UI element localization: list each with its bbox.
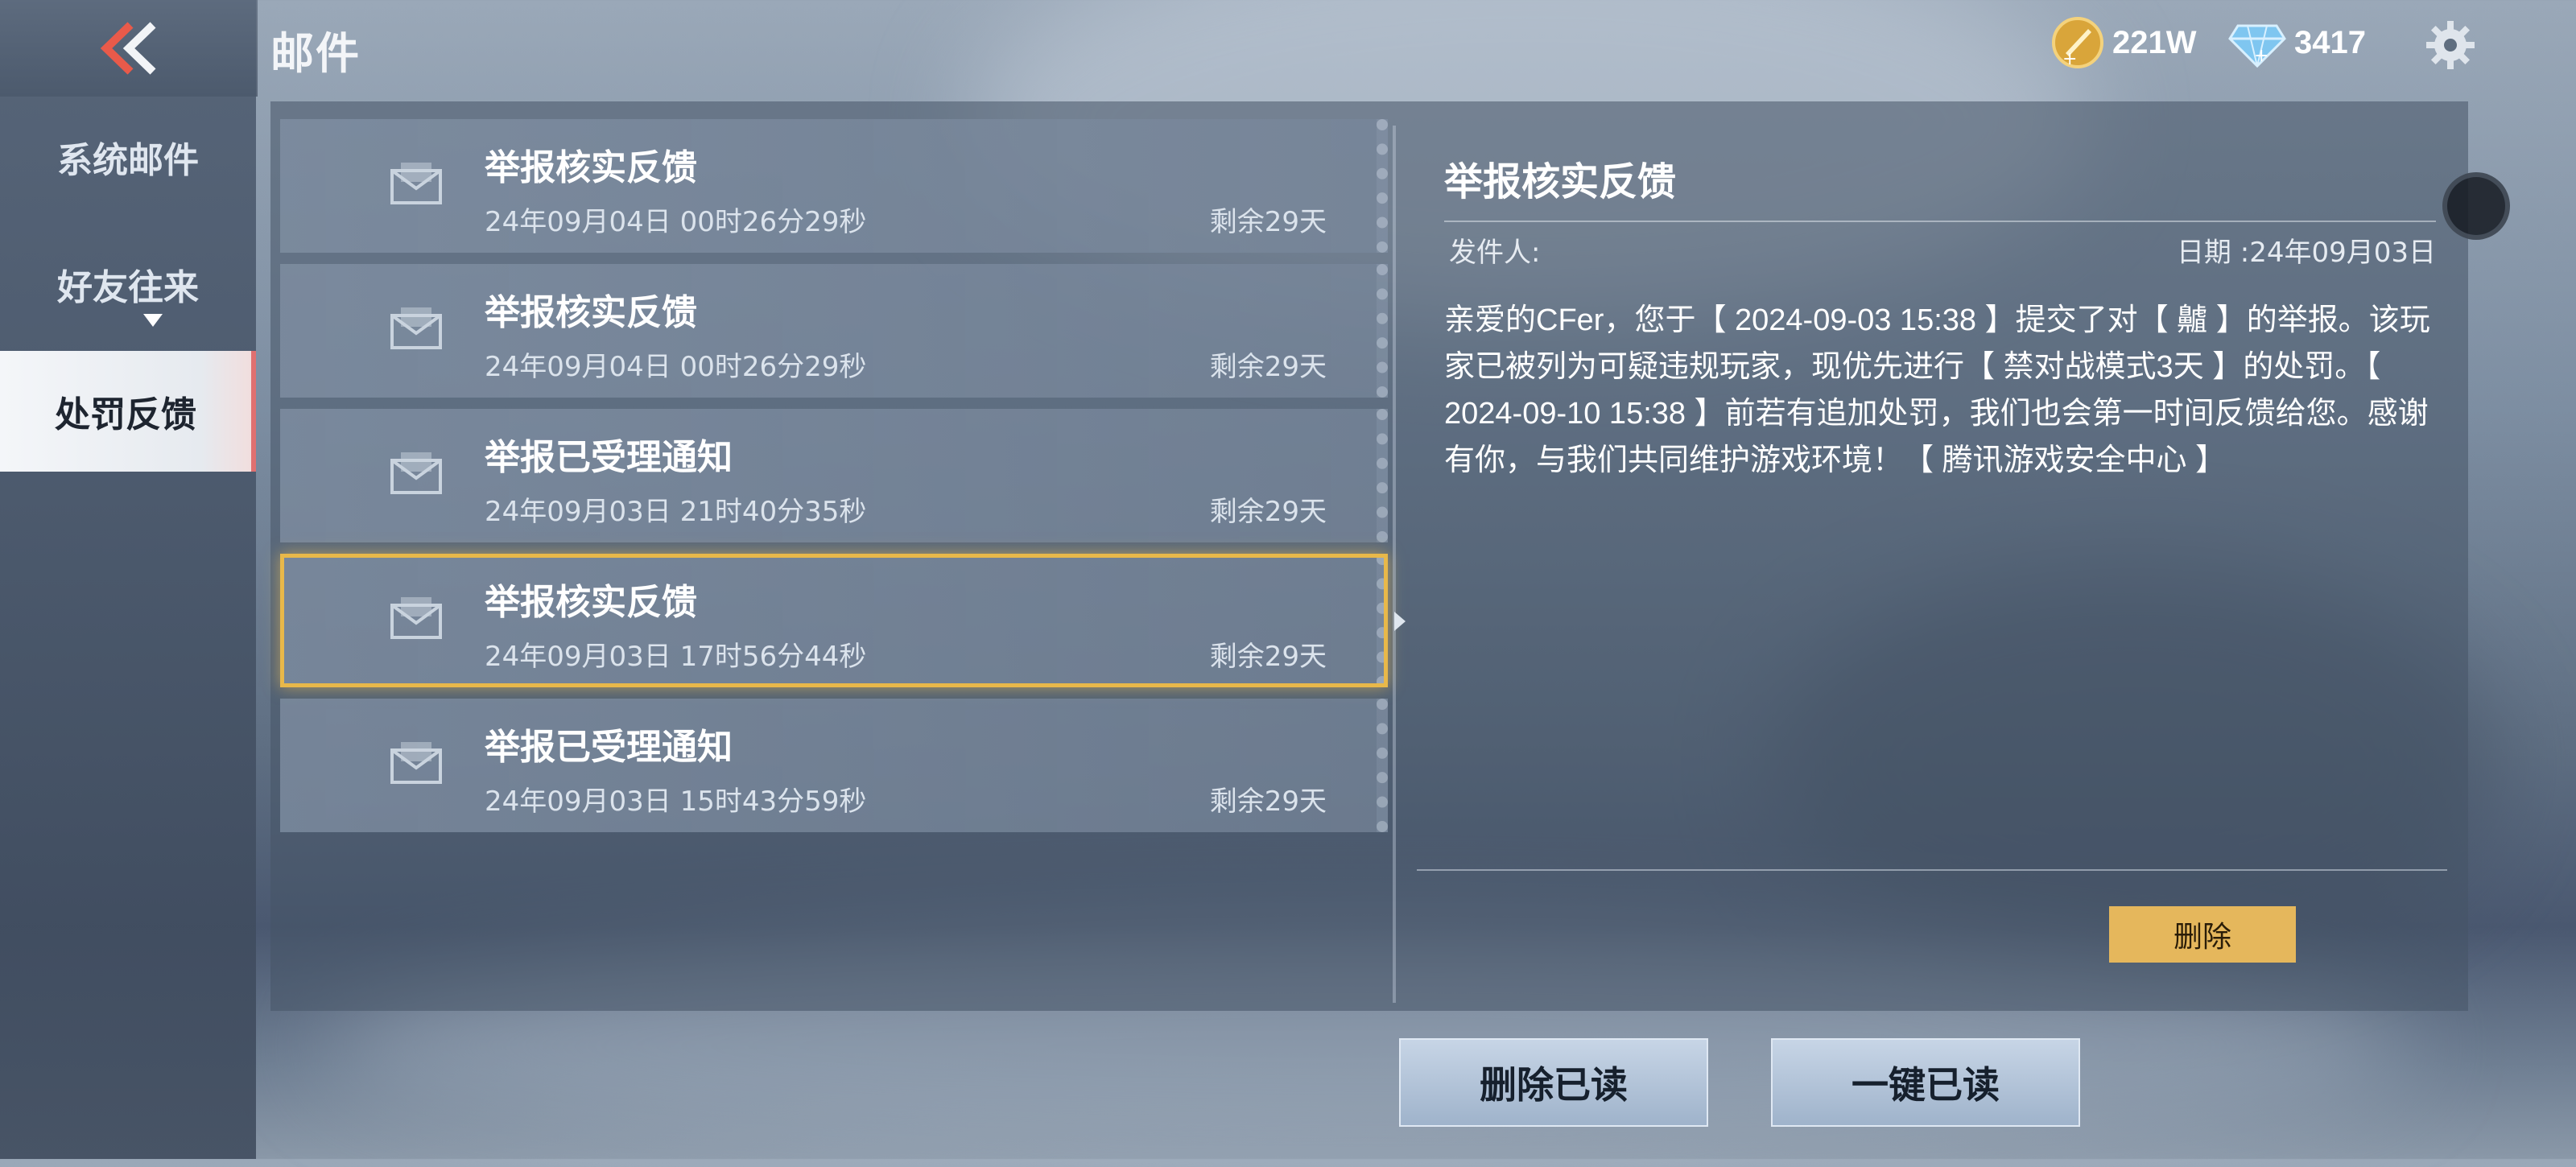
sidebar: 系统邮件 好友往来 处罚反馈 [0, 97, 256, 1159]
sidebar-item-friend-mail[interactable]: 好友往来 [0, 224, 256, 344]
envelope-icon [390, 163, 442, 204]
page-title: 邮件 [270, 28, 361, 79]
mail-time: 24年09月04日 00时26分29秒 [485, 206, 867, 238]
divider [1417, 869, 2447, 871]
mail-list-item-selected[interactable]: 举报核实反馈 24年09月03日 17时56分44秒 剩余29天 [280, 554, 1388, 687]
gold-coin-icon: + [2052, 17, 2103, 69]
mail-list-item[interactable]: 举报已受理通知 24年09月03日 15时43分59秒 剩余29天 [280, 699, 1388, 832]
sidebar-item-system-mail[interactable]: 系统邮件 [0, 97, 256, 217]
diamond-amount: 3417 [2294, 24, 2366, 60]
mail-time: 24年09月03日 21时40分35秒 [485, 496, 867, 528]
mail-title: 举报核实反馈 [485, 292, 697, 333]
mail-remaining: 剩余29天 [1209, 641, 1327, 673]
delete-read-button[interactable]: 删除已读 [1399, 1038, 1708, 1127]
diamond-currency[interactable]: + 3417 [2227, 14, 2366, 71]
back-chevron-icon [100, 22, 156, 75]
top-bar: 邮件 + 221W + 3417 [0, 0, 2576, 98]
svg-text:+: + [2254, 46, 2268, 66]
envelope-icon [390, 452, 442, 494]
back-button[interactable] [0, 0, 258, 97]
mail-title: 举报核实反馈 [485, 582, 697, 623]
detail-title: 举报核实反馈 [1444, 159, 1677, 204]
settings-button[interactable] [2423, 18, 2478, 72]
mail-list-item[interactable]: 举报已受理通知 24年09月03日 21时40分35秒 剩余29天 [280, 409, 1388, 542]
diamond-icon: + [2228, 24, 2286, 68]
sidebar-item-label: 系统邮件 [57, 140, 199, 181]
envelope-icon [390, 742, 442, 784]
svg-text:+: + [2062, 49, 2077, 69]
mail-remaining: 剩余29天 [1209, 786, 1327, 818]
sidebar-item-label: 处罚反馈 [55, 394, 196, 435]
mail-title: 举报已受理通知 [485, 727, 733, 768]
mail-panel: 举报核实反馈 24年09月04日 00时26分29秒 剩余29天 举报核实反馈 … [270, 101, 2468, 1011]
gold-amount: 221W [2112, 24, 2197, 60]
mark-all-read-button[interactable]: 一键已读 [1771, 1038, 2080, 1127]
envelope-icon [390, 597, 442, 639]
gold-currency[interactable]: + 221W [2050, 14, 2197, 71]
gear-icon [2426, 21, 2475, 69]
panel-divider [1393, 126, 1396, 1003]
mail-time: 24年09月03日 15时43分59秒 [485, 786, 867, 818]
mail-remaining: 剩余29天 [1209, 351, 1327, 383]
sender-row: 发件人: 日期 :24年09月03日 [1430, 230, 2436, 270]
sender-label: 发件人: [1449, 237, 1541, 269]
mail-title: 举报已受理通知 [485, 437, 733, 478]
mail-list-item[interactable]: 举报核实反馈 24年09月04日 00时26分29秒 剩余29天 [280, 119, 1388, 253]
detail-body: 亲爱的CFer，您于【 2024-09-03 15:38 】提交了对【 齇 】的… [1444, 303, 2430, 477]
selection-pointer-icon [1394, 612, 1406, 631]
expand-caret-icon [143, 314, 163, 327]
mail-detail: 举报核实反馈 发件人: 日期 :24年09月03日 亲爱的CFer，您于【 20… [1430, 150, 2436, 484]
mail-title: 举报核实反馈 [485, 147, 697, 188]
envelope-icon [390, 307, 442, 349]
mail-remaining: 剩余29天 [1209, 496, 1327, 528]
delete-button[interactable]: 删除 [2109, 906, 2296, 963]
mail-time: 24年09月04日 00时26分29秒 [485, 351, 867, 383]
mail-remaining: 剩余29天 [1209, 206, 1327, 238]
date-label: 日期 :24年09月03日 [2176, 237, 2436, 269]
divider [1444, 221, 2436, 222]
mail-list-item[interactable]: 举报核实反馈 24年09月04日 00时26分29秒 剩余29天 [280, 264, 1388, 398]
sidebar-item-penalty-feedback[interactable]: 处罚反馈 [0, 351, 256, 472]
mail-time: 24年09月03日 17时56分44秒 [485, 641, 867, 673]
floating-assist-button[interactable] [2442, 172, 2510, 240]
sidebar-item-label: 好友往来 [57, 267, 199, 308]
